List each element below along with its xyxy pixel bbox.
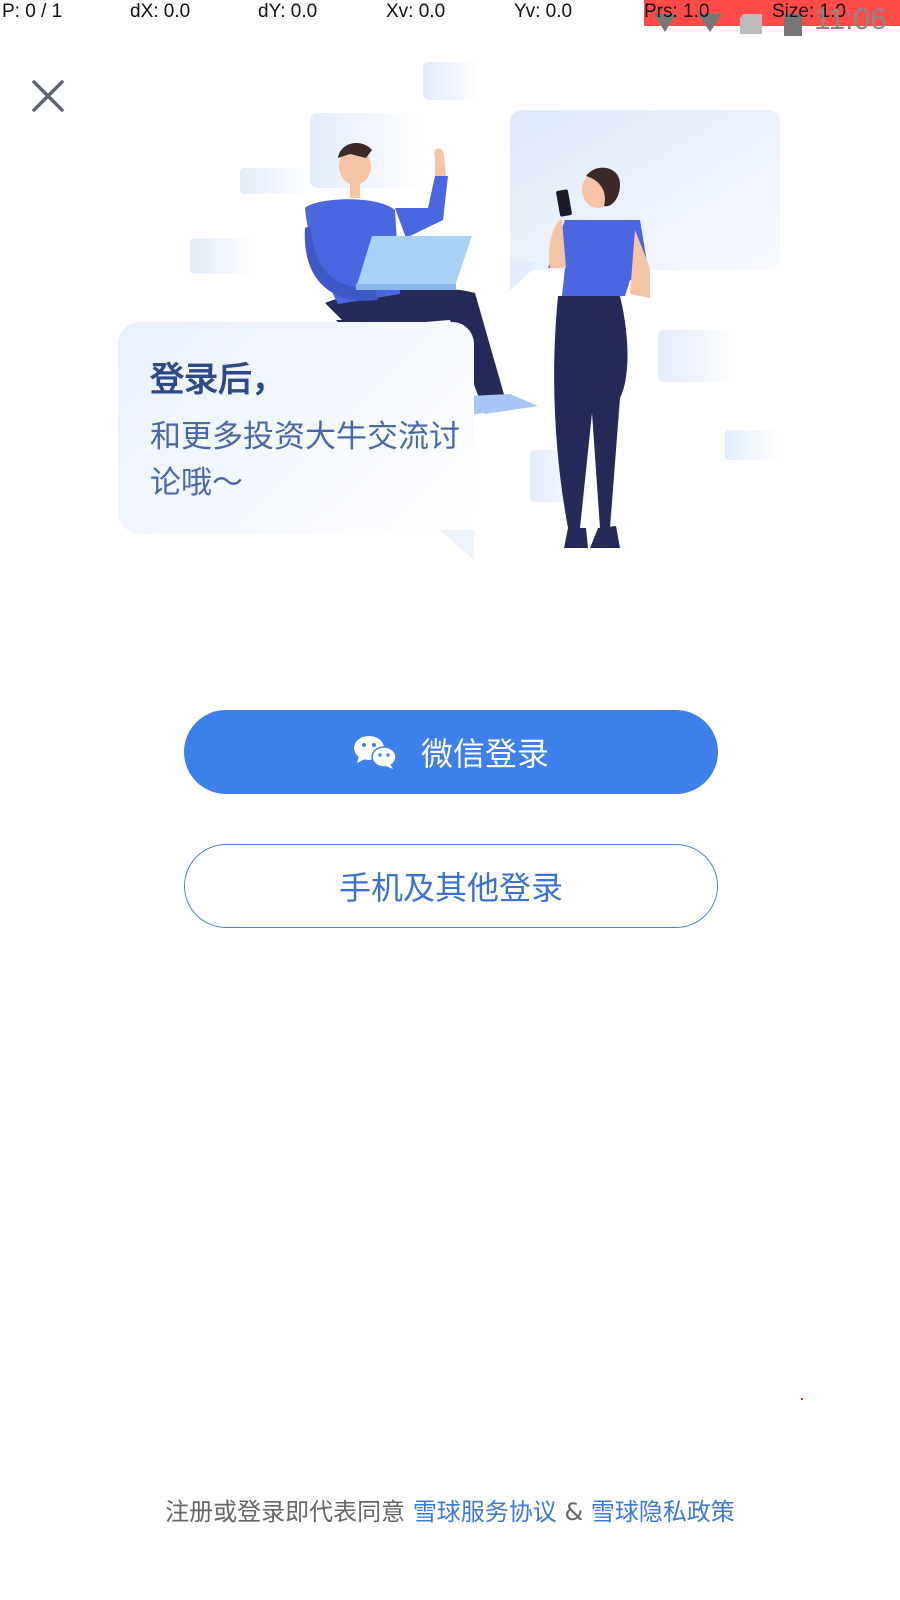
close-button[interactable] bbox=[28, 76, 68, 116]
wechat-login-button[interactable]: 微信登录 bbox=[184, 710, 718, 794]
yv-readout: Yv: 0.0 bbox=[514, 1, 573, 22]
wechat-icon bbox=[353, 736, 397, 769]
phone-login-label: 手机及其他登录 bbox=[338, 869, 563, 907]
agreement-footer: 注册或登录即代表同意 雪球服务协议 & 雪球隐私政策 bbox=[0, 1492, 900, 1527]
touch-dot bbox=[801, 1398, 803, 1400]
agreement-amp: & bbox=[564, 1498, 584, 1526]
pointer-readout: P: 0 / 1 bbox=[2, 1, 63, 22]
no-sim-icon bbox=[740, 14, 762, 34]
intro-card-tail bbox=[440, 530, 474, 560]
service-agreement-link[interactable]: 雪球服务协议 bbox=[413, 1498, 557, 1526]
dx-readout: dX: 0.0 bbox=[130, 1, 191, 22]
prs-readout: Prs: 1.0 bbox=[644, 1, 710, 22]
bg-bubble bbox=[658, 330, 738, 382]
xv-readout: Xv: 0.0 bbox=[386, 1, 446, 22]
intro-title: 登录后， bbox=[150, 360, 286, 400]
status-bar: P: 0 / 1 dX: 0.0 dY: 0.0 Xv: 0.0 Yv: 0.0… bbox=[0, 0, 900, 36]
bg-bubble bbox=[423, 62, 481, 100]
bg-bubble bbox=[240, 168, 310, 194]
clock: 11:06 bbox=[814, 3, 887, 36]
bg-bubble-tail bbox=[510, 258, 540, 290]
intro-body: 和更多投资大牛交流讨论哦～ bbox=[150, 419, 460, 501]
bg-bubble bbox=[725, 430, 781, 460]
close-icon bbox=[32, 80, 64, 112]
dy-readout: dY: 0.0 bbox=[258, 1, 318, 22]
wechat-login-label: 微信登录 bbox=[420, 735, 549, 773]
agreement-prefix: 注册或登录即代表同意 bbox=[165, 1498, 406, 1526]
phone-login-button[interactable]: 手机及其他登录 bbox=[184, 844, 718, 928]
privacy-policy-link[interactable]: 雪球隐私政策 bbox=[591, 1498, 735, 1526]
login-page: P: 0 / 1 dX: 0.0 dY: 0.0 Xv: 0.0 Yv: 0.0… bbox=[0, 0, 900, 1600]
bg-bubble bbox=[190, 238, 258, 274]
